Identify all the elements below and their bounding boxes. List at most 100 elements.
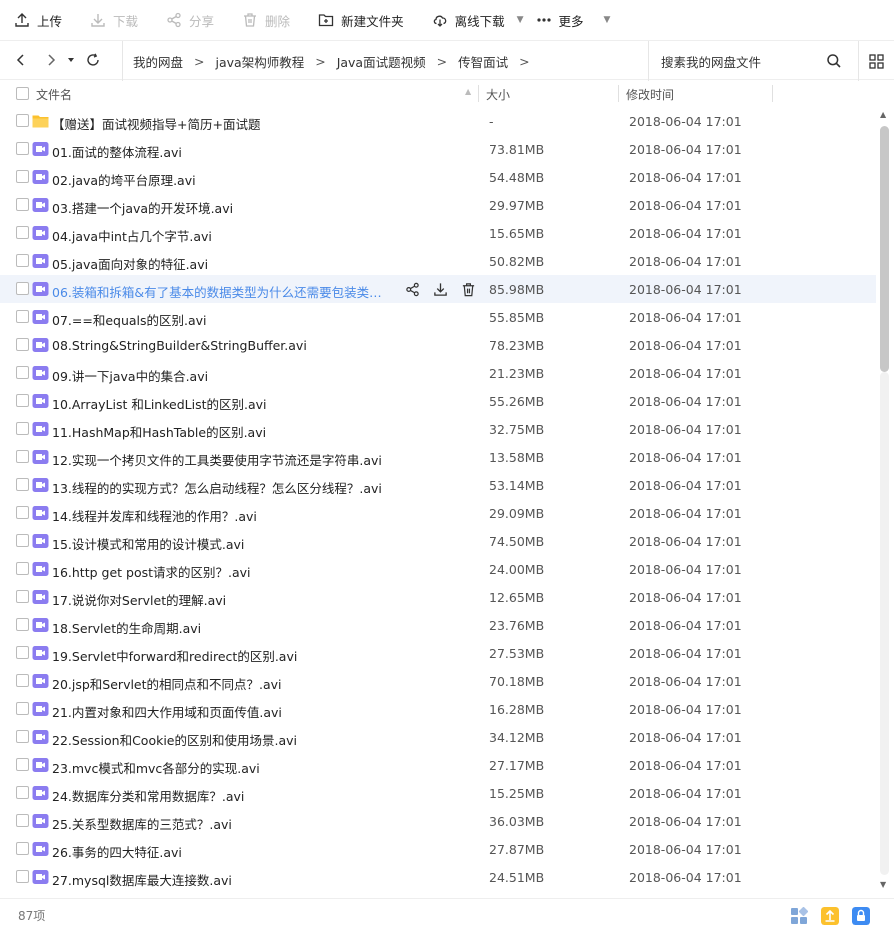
row-checkbox[interactable] <box>16 730 29 743</box>
file-row[interactable]: 20.jsp和Servlet的相同点和不同点？.avi 70.18MB 2018-0… <box>0 667 876 695</box>
file-row[interactable]: 07.==和equals的区别.avi 55.85MB 2018-06-04 17:… <box>0 303 876 331</box>
row-checkbox[interactable] <box>16 562 29 575</box>
breadcrumb-item[interactable]: java架构师教程 <box>216 52 305 71</box>
file-row[interactable]: 21.内置对象和四大作用域和页面传值.avi 16.28MB 2018-06-04 … <box>0 695 876 723</box>
row-checkbox[interactable] <box>16 310 29 323</box>
row-checkbox[interactable] <box>16 254 29 267</box>
file-name[interactable]: 【赠送】面试视频指导+简历+面试题 <box>52 114 260 133</box>
file-row[interactable]: 14.线程并发库和线程池的作用？.avi 29.09MB 2018-06-04 17… <box>0 499 876 527</box>
row-checkbox[interactable] <box>16 338 29 351</box>
file-name[interactable]: 20.jsp和Servlet的相同点和不同点？.avi <box>52 674 282 693</box>
file-row[interactable]: 08.String&StringBuilder&StringBuffer.avi… <box>0 331 876 359</box>
delete-button[interactable]: 删除 <box>242 0 290 40</box>
upload-queue-icon[interactable] <box>821 907 839 925</box>
history-dropdown[interactable] <box>64 40 78 80</box>
file-row[interactable]: 15.设计模式和常用的设计模式.avi 74.50MB 2018-06-04 17:… <box>0 527 876 555</box>
breadcrumb-item[interactable]: Java面试题视频 <box>337 52 426 71</box>
file-name[interactable]: 04.java中int占几个字节.avi <box>52 226 212 245</box>
row-checkbox[interactable] <box>16 142 29 155</box>
file-row[interactable]: 28.mysql和oracle的分页语句？.avi <box>0 891 876 892</box>
column-size-header[interactable]: 大小 <box>486 86 510 103</box>
file-name[interactable]: 10.ArrayList 和LinkedList的区别.avi <box>52 394 267 413</box>
column-divider[interactable] <box>478 85 479 102</box>
file-row[interactable]: 16.http get post请求的区别？.avi 24.00MB 2018-06… <box>0 555 876 583</box>
file-row[interactable]: 04.java中int占几个字节.avi 15.65MB 2018-06-04 17… <box>0 219 876 247</box>
lock-icon[interactable] <box>852 907 870 925</box>
row-checkbox[interactable] <box>16 758 29 771</box>
file-row[interactable]: 19.Servlet中forward和redirect的区别.avi 27.53M… <box>0 639 876 667</box>
file-row[interactable]: 12.实现一个拷贝文件的工具类要使用字节流还是字符串.avi 13.58MB 201… <box>0 443 876 471</box>
file-name[interactable]: 16.http get post请求的区别？.avi <box>52 562 251 581</box>
row-checkbox[interactable] <box>16 366 29 379</box>
file-name[interactable]: 07.==和equals的区别.avi <box>52 310 207 329</box>
row-checkbox[interactable] <box>16 422 29 435</box>
breadcrumb-item[interactable]: 我的网盘 <box>133 52 183 71</box>
file-row[interactable]: 03.搭建一个java的开发环境.avi 29.97MB 2018-06-04 17… <box>0 191 876 219</box>
forward-button[interactable] <box>38 40 64 80</box>
row-checkbox[interactable] <box>16 478 29 491</box>
file-name[interactable]: 19.Servlet中forward和redirect的区别.avi <box>52 646 297 665</box>
file-name[interactable]: 03.搭建一个java的开发环境.avi <box>52 198 233 217</box>
breadcrumb-item[interactable]: 传智面试 <box>458 52 508 71</box>
file-name[interactable]: 05.java面向对象的特征.avi <box>52 254 208 273</box>
more-button[interactable]: 更多 ▼ <box>536 0 610 40</box>
file-row[interactable]: 05.java面向对象的特征.avi 50.82MB 2018-06-04 17:0… <box>0 247 876 275</box>
file-row[interactable]: 13.线程的的实现方式？怎么启动线程？怎么区分线程？.avi 53.14MB 201… <box>0 471 876 499</box>
file-name[interactable]: 11.HashMap和HashTable的区别.avi <box>52 422 266 441</box>
row-delete-button[interactable] <box>454 280 482 298</box>
file-row[interactable]: 06.装箱和拆箱&有了基本的数据类型为什么还需要包装类型？.... 85.98MB… <box>0 275 876 303</box>
refresh-button[interactable] <box>80 40 106 80</box>
file-row[interactable]: 01.面试的整体流程.avi 73.81MB 2018-06-04 17:01 <box>0 135 876 163</box>
sort-arrow-icon[interactable]: ▲ <box>465 87 471 96</box>
file-name[interactable]: 01.面试的整体流程.avi <box>52 142 182 161</box>
row-share-button[interactable] <box>398 280 426 298</box>
file-name[interactable]: 06.装箱和拆箱&有了基本的数据类型为什么还需要包装类型？.... <box>52 282 392 301</box>
file-name[interactable]: 12.实现一个拷贝文件的工具类要使用字节流还是字符串.avi <box>52 450 382 469</box>
file-name[interactable]: 09.讲一下java中的集合.avi <box>52 366 208 385</box>
row-checkbox[interactable] <box>16 814 29 827</box>
column-modified-header[interactable]: 修改时间 <box>626 86 674 103</box>
row-checkbox[interactable] <box>16 534 29 547</box>
search-input[interactable]: 搜素我的网盘文件 <box>648 41 848 81</box>
file-row[interactable]: 27.mysql数据库最大连接数.avi 24.51MB 2018-06-04 17… <box>0 863 876 891</box>
column-name-header[interactable]: 文件名 <box>36 86 72 103</box>
file-name[interactable]: 27.mysql数据库最大连接数.avi <box>52 870 232 889</box>
download-button[interactable]: 下载 <box>90 0 138 40</box>
row-checkbox[interactable] <box>16 618 29 631</box>
file-row[interactable]: 09.讲一下java中的集合.avi 21.23MB 2018-06-04 17:0… <box>0 359 876 387</box>
upload-button[interactable]: 上传 <box>14 0 62 40</box>
file-name[interactable]: 24.数据库分类和常用数据库？.avi <box>52 786 244 805</box>
row-checkbox[interactable] <box>16 394 29 407</box>
file-row[interactable]: 17.说说你对Servlet的理解.avi 12.65MB 2018-06-04 1… <box>0 583 876 611</box>
file-row[interactable]: 11.HashMap和HashTable的区别.avi 32.75MB 2018-0… <box>0 415 876 443</box>
file-name[interactable]: 15.设计模式和常用的设计模式.avi <box>52 534 244 553</box>
row-download-button[interactable] <box>426 280 454 298</box>
file-row[interactable]: 02.java的垮平台原理.avi 54.48MB 2018-06-04 17:01 <box>0 163 876 191</box>
file-name[interactable]: 21.内置对象和四大作用域和页面传值.avi <box>52 702 282 721</box>
scrollbar-thumb[interactable] <box>880 126 889 372</box>
file-row[interactable]: 10.ArrayList 和LinkedList的区别.avi 55.26MB 20… <box>0 387 876 415</box>
apps-icon[interactable] <box>790 907 808 925</box>
row-checkbox[interactable] <box>16 198 29 211</box>
new-folder-button[interactable]: 新建文件夹 <box>318 0 404 40</box>
row-checkbox[interactable] <box>16 590 29 603</box>
file-name[interactable]: 22.Session和Cookie的区别和使用场景.avi <box>52 730 297 749</box>
file-row[interactable]: 22.Session和Cookie的区别和使用场景.avi 34.12MB 2018… <box>0 723 876 751</box>
file-name[interactable]: 08.String&StringBuilder&StringBuffer.avi <box>52 338 307 353</box>
caret-down-icon[interactable]: ▼ <box>517 15 524 25</box>
file-name[interactable]: 14.线程并发库和线程池的作用？.avi <box>52 506 257 525</box>
file-name[interactable]: 17.说说你对Servlet的理解.avi <box>52 590 226 609</box>
row-checkbox[interactable] <box>16 646 29 659</box>
file-name[interactable]: 18.Servlet的生命周期.avi <box>52 618 201 637</box>
row-checkbox[interactable] <box>16 506 29 519</box>
offline-download-button[interactable]: 离线下载 ▼ <box>432 0 524 40</box>
file-row[interactable]: 25.关系型数据库的三范式？.avi 36.03MB 2018-06-04 17:0… <box>0 807 876 835</box>
file-row[interactable]: 24.数据库分类和常用数据库？.avi 15.25MB 2018-06-04 17:… <box>0 779 876 807</box>
file-row[interactable]: 23.mvc模式和mvc各部分的实现.avi 27.17MB 2018-06-04 … <box>0 751 876 779</box>
file-name[interactable]: 26.事务的四大特征.avi <box>52 842 182 861</box>
row-checkbox[interactable] <box>16 842 29 855</box>
row-checkbox[interactable] <box>16 870 29 883</box>
share-button[interactable]: 分享 <box>166 0 214 40</box>
scroll-down-arrow[interactable]: ▼ <box>880 880 886 889</box>
row-checkbox[interactable] <box>16 702 29 715</box>
